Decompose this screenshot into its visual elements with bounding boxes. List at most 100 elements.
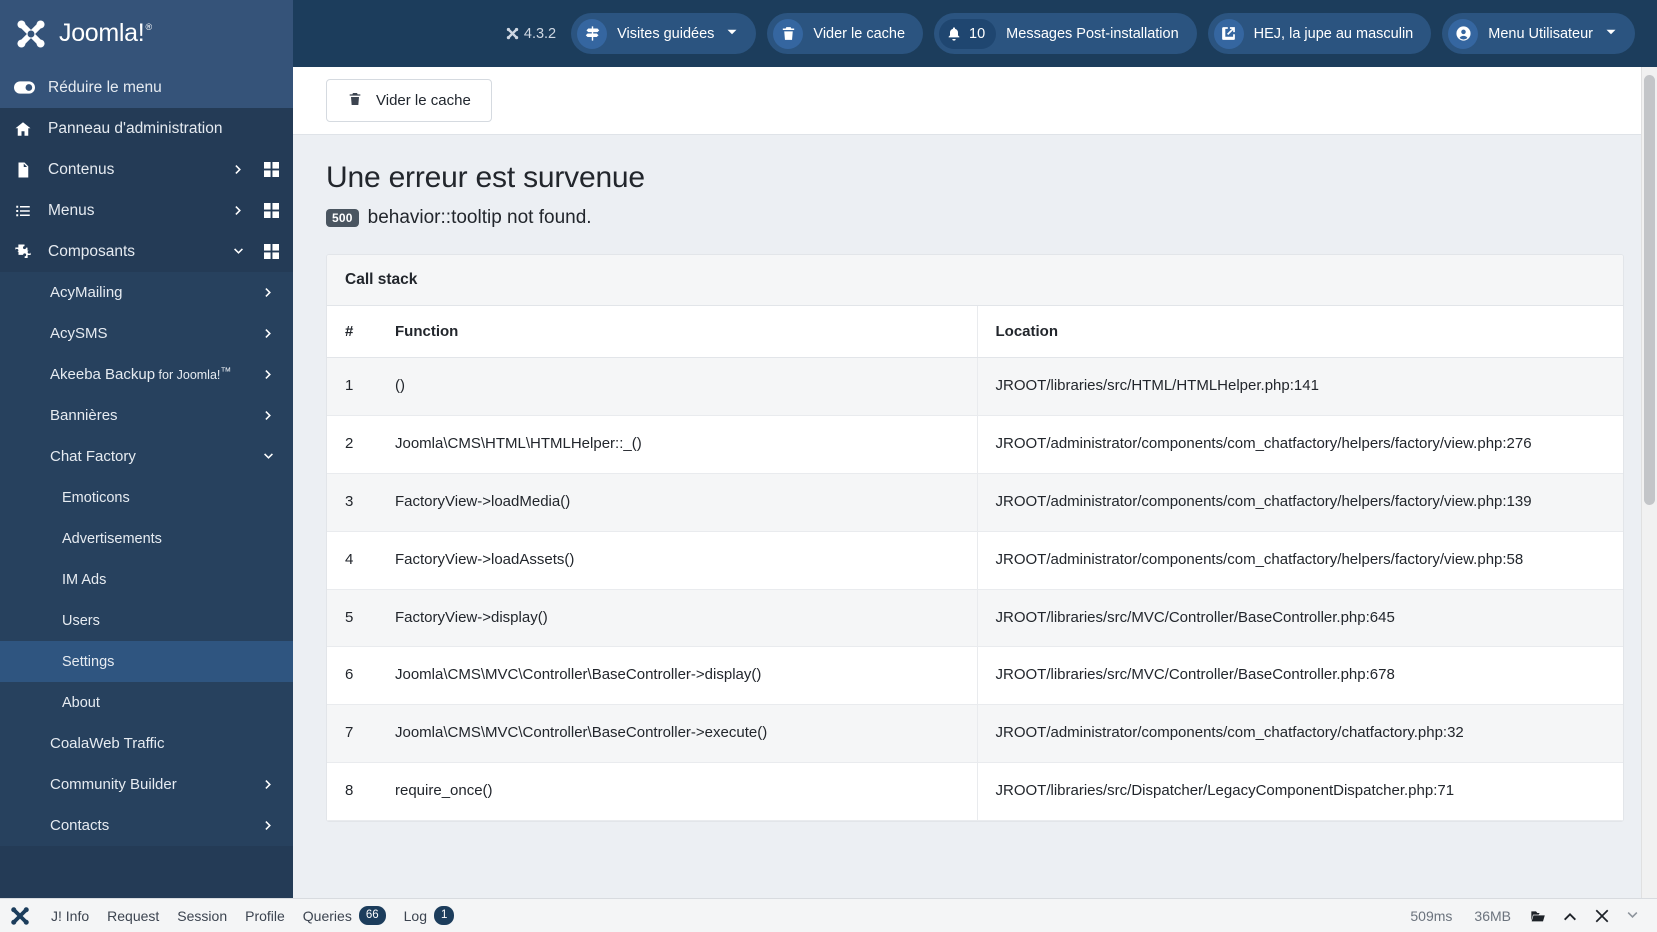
brand-trademark: ® — [145, 22, 152, 32]
row-location: JROOT/administrator/components/com_chatf… — [977, 415, 1623, 474]
sidebar-item-menus[interactable]: Menus — [0, 190, 293, 231]
chevron-right-icon[interactable] — [257, 820, 279, 831]
table-row: 1() JROOT/libraries/src/HTML/HTMLHelper.p… — [327, 357, 1623, 416]
guided-tours-button[interactable]: Visites guidées — [571, 13, 757, 54]
sidebar-item-panneau-d-administration[interactable]: Panneau d'administration — [0, 108, 293, 149]
debug-memory: 36MB — [1474, 907, 1511, 924]
sidebar-item-chat-factory[interactable]: Chat Factory — [0, 436, 293, 477]
clear-cache-header-button[interactable]: Vider le cache — [767, 13, 924, 54]
header-actions: 4.3.2 Visites guidées Vider le cache 10 … — [293, 0, 1657, 67]
row-number: 7 — [327, 704, 377, 764]
chevron-right-icon[interactable] — [257, 779, 279, 790]
table-row: 5 FactoryView->display() JROOT/libraries/s… — [327, 589, 1623, 648]
debug-item-log[interactable]: Log 1 — [395, 899, 464, 932]
row-number: 8 — [327, 762, 377, 822]
user-menu-label: Menu Utilisateur — [1488, 25, 1593, 42]
trash-icon — [773, 18, 804, 49]
dashboard-grid-icon[interactable] — [249, 203, 279, 218]
sidebar-item-emoticons[interactable]: Emoticons — [0, 477, 293, 518]
sidebar-item-composants[interactable]: Composants — [0, 231, 293, 272]
sidebar-item-im-ads[interactable]: IM Ads — [0, 559, 293, 600]
chevron-down-icon[interactable] — [257, 451, 279, 462]
close-icon[interactable] — [1586, 908, 1618, 924]
row-location: JROOT/libraries/src/MVC/Controller/BaseC… — [977, 589, 1623, 648]
body-wrapper: Réduire le menu Panneau d'administration… — [0, 67, 1657, 898]
sidebar-item-about[interactable]: About — [0, 682, 293, 723]
sidebar-item-label: IM Ads — [62, 571, 107, 588]
sidebar-collapse-toggle[interactable]: Réduire le menu — [0, 67, 293, 108]
debug-item-session[interactable]: Session — [168, 899, 236, 932]
chevron-right-icon[interactable] — [257, 369, 279, 380]
sidebar-item-acymailing[interactable]: AcyMailing — [0, 272, 293, 313]
page-toolbar: Vider le cache — [293, 67, 1657, 135]
error-message: behavior::tooltip not found. — [367, 207, 592, 228]
joomla-debug-bar: J! Info Request Session Profile Queries 66 Log… — [0, 898, 1657, 932]
call-stack-body: 1() JROOT/libraries/src/HTML/HTMLHelper.p… — [327, 357, 1623, 822]
row-function: FactoryView->loadAssets() — [377, 531, 978, 590]
sidebar-item-settings[interactable]: Settings — [0, 641, 293, 682]
sidebar-item-community-builder[interactable]: Community Builder — [0, 764, 293, 805]
sidebar-item-users[interactable]: Users — [0, 600, 293, 641]
dashboard-grid-icon[interactable] — [249, 162, 279, 177]
sidebar-item-contacts[interactable]: Contacts — [0, 805, 293, 846]
joomla-debug-logo-icon — [10, 906, 30, 926]
list-icon — [14, 202, 40, 220]
sidebar-item-label: AcySMS — [50, 325, 108, 342]
sidebar-item-label: Contacts — [50, 817, 110, 834]
main-scrollbar[interactable] — [1641, 67, 1657, 898]
sidebar-item-label: Advertisements — [62, 530, 162, 547]
debug-item-label: Queries — [302, 907, 352, 924]
debug-time: 509ms — [1410, 907, 1453, 924]
notification-count: 10 — [969, 25, 986, 42]
row-number: 3 — [327, 473, 377, 532]
version-number: 4.3.2 — [523, 25, 557, 42]
sidebar-item-label: Composants — [48, 242, 136, 260]
sidebar-item-contenus[interactable]: Contenus — [0, 149, 293, 190]
clear-cache-toolbar-button[interactable]: Vider le cache — [326, 79, 492, 122]
chevron-right-icon[interactable] — [257, 410, 279, 421]
sidebar-item-label: Panneau d'administration — [48, 119, 223, 137]
debug-item-label: Session — [177, 907, 228, 924]
sidebar-item-advertisements[interactable]: Advertisements — [0, 518, 293, 559]
chevron-right-icon[interactable] — [227, 205, 249, 216]
chevron-right-icon[interactable] — [257, 287, 279, 298]
debug-item-label: Profile — [245, 907, 285, 924]
joomla-mini-icon — [506, 27, 519, 40]
page-title: Une erreur est survenue — [326, 161, 645, 194]
debug-bar-stats: 509ms 36MB — [1399, 908, 1647, 924]
status-badge: 500 — [326, 209, 359, 227]
post-install-messages-button[interactable]: 10 Messages Post-installation — [934, 13, 1197, 54]
dashboard-grid-icon[interactable] — [249, 244, 279, 259]
user-menu-button[interactable]: Menu Utilisateur — [1442, 13, 1635, 54]
joomla-admin-window: Joomla! ® 4.3.2 Visites guidées Vider le… — [0, 0, 1657, 932]
call-stack-card: Call stack # Function Location 1() JROOT/… — [326, 254, 1624, 823]
sidebar-item-label: Emoticons — [62, 489, 130, 506]
error-message-row: 500 behavior::tooltip not found. — [326, 207, 1624, 229]
debug-item-request[interactable]: Request — [98, 899, 168, 932]
document-icon — [14, 161, 40, 179]
chevron-down-icon[interactable] — [1618, 909, 1647, 922]
sidebar-item-banni-res[interactable]: Bannières — [0, 395, 293, 436]
chevron-up-icon[interactable] — [1554, 908, 1586, 924]
debug-item-profile[interactable]: Profile — [236, 899, 294, 932]
brand-area[interactable]: Joomla! ® — [0, 0, 293, 67]
sidebar-item-akeeba-backup[interactable]: Akeeba Backup for Joomla!™ — [0, 354, 293, 395]
chevron-right-icon[interactable] — [227, 164, 249, 175]
debug-item-queries[interactable]: Queries 66 — [294, 899, 395, 932]
sidebar-item-label: CoalaWeb Traffic — [50, 735, 165, 752]
sidebar-item-label: About — [62, 694, 100, 711]
sidebar-item-coalaweb-traffic[interactable]: CoalaWeb Traffic — [0, 723, 293, 764]
column-header-location: Location — [977, 306, 1623, 358]
visit-site-button[interactable]: HEJ, la jupe au masculin — [1207, 13, 1432, 54]
folder-icon[interactable] — [1522, 908, 1554, 924]
scrollbar-thumb[interactable] — [1644, 75, 1655, 505]
row-number: 6 — [327, 646, 377, 706]
debug-item-badge: 66 — [358, 906, 386, 925]
debug-item-j-info[interactable]: J! Info — [42, 899, 98, 932]
chevron-down-icon[interactable] — [227, 246, 249, 257]
external-link-icon — [1213, 18, 1244, 49]
sidebar-item-acysms[interactable]: AcySMS — [0, 313, 293, 354]
sidebar: Réduire le menu Panneau d'administration… — [0, 67, 293, 898]
sidebar-item-label: Chat Factory — [50, 448, 136, 465]
chevron-right-icon[interactable] — [257, 328, 279, 339]
